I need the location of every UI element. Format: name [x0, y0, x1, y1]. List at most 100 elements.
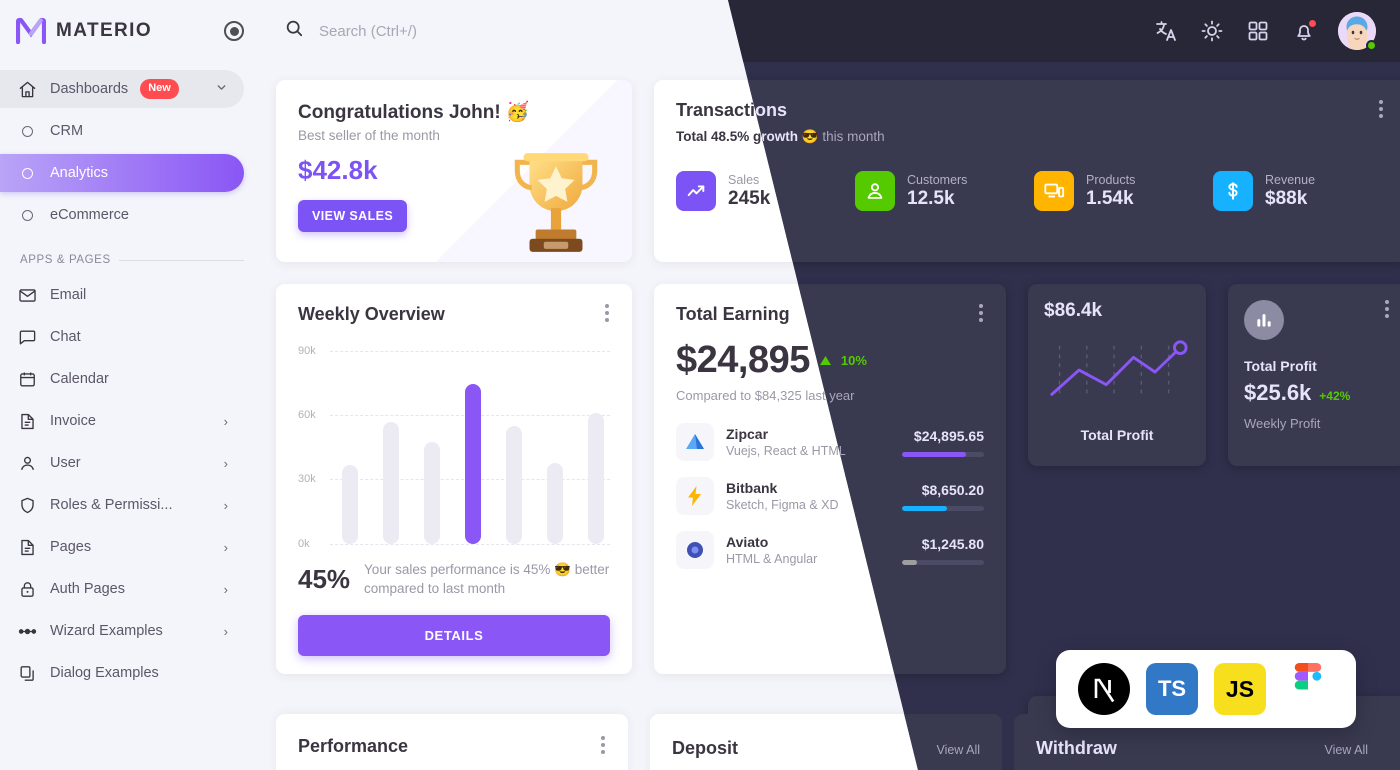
weekly-bar-chart: 90k 60k 30k 0k — [298, 345, 610, 550]
company-name: Aviato — [726, 534, 769, 550]
aviato-logo-icon — [676, 531, 714, 569]
typescript-label: TS — [1157, 676, 1187, 701]
translate-icon[interactable] — [1154, 19, 1178, 43]
earning-amount: $24,895.65 — [913, 427, 984, 444]
nextjs-mark — [1079, 664, 1129, 714]
transactions-subtitle: Total 48.5% growth 😎 this month — [728, 129, 1384, 145]
sidebar-item-label: Wizard Examples — [50, 623, 163, 639]
kebab-menu-icon[interactable] — [605, 304, 610, 322]
sidebar-item-crm[interactable]: CRM — [0, 112, 244, 150]
y-tick: 30k — [298, 473, 316, 486]
stat-value: 12.5k — [907, 187, 955, 209]
chart-bar — [547, 462, 563, 544]
new-badge: New — [140, 79, 179, 99]
nextjs-logo-icon[interactable] — [1078, 663, 1130, 715]
chart-y-axis: 90k 60k 30k 0k — [298, 345, 328, 550]
kebab-menu-icon[interactable] — [979, 304, 984, 322]
sidebar-item-user[interactable]: User › — [0, 444, 244, 482]
kebab-menu-icon[interactable] — [601, 736, 606, 754]
sidebar-item-label: Invoice — [50, 413, 96, 429]
total-profit-caption: Total Profit — [1080, 427, 1154, 443]
sidebar-nav: Dashboards New CRM Analytics eCommerce A… — [0, 62, 260, 696]
brand-name: MATERIO — [56, 20, 152, 41]
sidebar-item-dashboards[interactable]: Dashboards New — [0, 70, 244, 108]
search-bar[interactable] — [284, 18, 659, 44]
divider — [118, 259, 244, 261]
materio-logo-icon — [16, 18, 46, 44]
bitbank-logo-icon — [676, 477, 714, 515]
stat-label: Products — [1086, 172, 1136, 187]
stat-label: Revenue — [1265, 172, 1316, 187]
sidebar-item-label: Calendar — [50, 371, 109, 387]
chevron-right-icon: › — [223, 455, 228, 471]
brand[interactable]: MATERIO — [0, 0, 260, 62]
y-tick: 60k — [298, 409, 316, 422]
user-avatar[interactable] — [1338, 12, 1377, 51]
javascript-logo-icon[interactable]: JS — [1214, 663, 1266, 715]
details-button[interactable]: DETAILS — [298, 615, 610, 656]
pin-toggle-icon[interactable] — [224, 21, 244, 41]
stat-value: 1.54k — [1086, 187, 1134, 209]
company-name: Zipcar — [726, 426, 769, 442]
chart-bar — [506, 426, 522, 544]
total-profit-chart-card-dark: $86.4k Total Profit — [1028, 284, 1206, 466]
grid-apps-icon[interactable] — [1246, 19, 1270, 43]
search-input[interactable] — [319, 22, 659, 40]
withdraw-title: Withdraw — [1036, 738, 1117, 758]
copy-icon — [16, 662, 38, 684]
stat-value: $88k — [1265, 187, 1308, 209]
sidebar-item-invoice[interactable]: Invoice › — [0, 402, 244, 440]
chart-bar — [588, 412, 604, 544]
chevron-right-icon: › — [223, 497, 228, 513]
sidebar-item-label: eCommerce — [50, 207, 129, 223]
shield-icon — [16, 494, 38, 516]
sidebar-item-roles-permissions[interactable]: Roles & Permissi... › — [0, 486, 244, 524]
earning-amount: $1,245.80 — [921, 535, 984, 552]
stat-customers: Customers12.5k — [855, 171, 1026, 211]
weekly-overview-card: Weekly Overview 90k 60k 30k 0k 45% Your … — [276, 284, 632, 674]
view-sales-button[interactable]: VIEW SALES — [298, 200, 408, 232]
devices-icon — [1034, 171, 1074, 211]
triangle-up-icon — [819, 352, 831, 370]
sidebar-item-label: Analytics — [50, 165, 109, 181]
sidebar-item-calendar[interactable]: Calendar — [0, 360, 244, 398]
weekly-profit-title: Total Profit — [1244, 358, 1317, 374]
chart-bar — [424, 441, 440, 544]
lock-icon — [16, 578, 38, 600]
figma-mark — [1294, 663, 1322, 690]
weekly-overview-title: Weekly Overview — [298, 304, 445, 324]
figma-logo-icon[interactable] — [1282, 663, 1334, 715]
javascript-label: JS — [1225, 675, 1255, 702]
sidebar-item-email[interactable]: Email — [0, 276, 244, 314]
chevron-down-icon — [215, 81, 228, 97]
chart-bar — [342, 464, 358, 544]
deposit-view-all-link[interactable]: View All — [936, 743, 980, 757]
kebab-menu-icon[interactable] — [1379, 100, 1384, 118]
sidebar-item-ecommerce[interactable]: eCommerce — [0, 196, 244, 234]
sidebar-item-auth-pages[interactable]: Auth Pages › — [0, 570, 244, 608]
sidebar-item-label: Dashboards — [50, 81, 129, 97]
sidebar-item-label: Chat — [50, 329, 81, 345]
home-icon — [16, 78, 38, 100]
sidebar-item-dialog-examples[interactable]: Dialog Examples — [0, 654, 244, 692]
sidebar-item-label: Roles & Permissi... — [50, 497, 173, 513]
weekly-note: Your sales performance is 45% 😎 better c… — [364, 561, 610, 597]
trophy-icon — [514, 153, 598, 252]
weekly-profit-caption: Weekly Profit — [1244, 416, 1321, 431]
bell-icon[interactable] — [1292, 19, 1317, 43]
sidebar-item-wizard-examples[interactable]: Wizard Examples › — [0, 612, 244, 650]
weekly-profit-value: $25.6k — [1244, 380, 1312, 405]
typescript-logo-icon[interactable]: TS — [1146, 663, 1198, 715]
transactions-stats: Sales245k Customers12.5k Products1.54k — [728, 171, 1384, 211]
kebab-menu-icon[interactable] — [1385, 300, 1390, 318]
sidebar-item-pages[interactable]: Pages › — [0, 528, 244, 566]
mail-icon — [16, 284, 38, 306]
search-icon — [284, 18, 305, 44]
withdraw-view-all-link[interactable]: View All — [1324, 743, 1368, 757]
sidebar-item-chat[interactable]: Chat — [0, 318, 244, 356]
sidebar-item-analytics[interactable]: Analytics — [0, 154, 244, 192]
performance-title: Performance — [298, 736, 409, 756]
sun-icon[interactable] — [1200, 19, 1224, 43]
stat-revenue: Revenue$88k — [1213, 171, 1384, 211]
calendar-icon — [16, 368, 38, 390]
